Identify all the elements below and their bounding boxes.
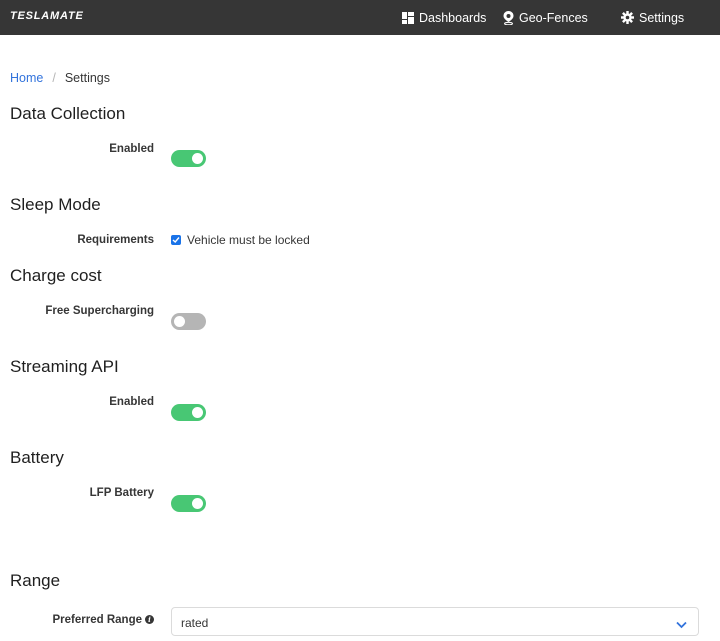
nav-dashboards-label: Dashboards (419, 10, 487, 25)
section-title-battery: Battery (10, 448, 64, 467)
section-title-data-collection: Data Collection (10, 104, 126, 123)
streaming-api-enabled-label: Enabled (109, 396, 154, 408)
nav-dashboards[interactable]: Dashboards (402, 0, 486, 35)
toggle-knob (174, 316, 185, 327)
lfp-battery-toggle[interactable] (171, 495, 206, 512)
vehicle-locked-checkbox[interactable] (171, 235, 181, 245)
vehicle-locked-checkbox-row[interactable]: Vehicle must be locked (171, 233, 310, 247)
streaming-api-toggle[interactable] (171, 404, 206, 421)
sleep-mode-requirements-label: Requirements (77, 234, 154, 246)
chevron-down-icon (676, 618, 687, 632)
brand-logo[interactable]: TESLAMATE (10, 10, 84, 22)
vehicle-locked-label: Vehicle must be locked (187, 233, 310, 247)
nav-geo-fences-label: Geo-Fences (519, 10, 588, 25)
breadcrumb-separator: / (52, 71, 56, 85)
preferred-range-label-text: Preferred Range (52, 614, 142, 626)
info-icon[interactable]: i (145, 615, 154, 624)
breadcrumb-home-link[interactable]: Home (10, 71, 43, 85)
toggle-knob (192, 407, 203, 418)
dashboard-icon (402, 11, 414, 24)
nav-settings-label: Settings (639, 10, 685, 25)
data-collection-toggle[interactable] (171, 150, 206, 167)
section-title-charge-cost: Charge cost (10, 266, 102, 285)
preferred-range-value: rated (181, 616, 209, 630)
preferred-range-label: Preferred Range i (0, 614, 154, 626)
free-supercharging-toggle[interactable] (171, 313, 206, 330)
breadcrumb: Home / Settings (10, 71, 110, 85)
map-marker-icon (503, 10, 514, 25)
toggle-knob (192, 153, 203, 164)
preferred-range-select[interactable]: rated (171, 607, 699, 636)
nav-geo-fences[interactable]: Geo-Fences (503, 0, 588, 35)
gear-icon (621, 11, 634, 24)
toggle-knob (192, 498, 203, 509)
navbar: TESLAMATE Dashboards Geo-Fences Settings (0, 0, 720, 35)
data-collection-enabled-label: Enabled (109, 143, 154, 155)
nav-settings[interactable]: Settings (621, 0, 684, 35)
lfp-battery-label: LFP Battery (89, 487, 154, 499)
free-supercharging-label: Free Supercharging (45, 305, 154, 317)
section-title-sleep-mode: Sleep Mode (10, 195, 101, 214)
section-title-range: Range (10, 571, 61, 590)
breadcrumb-current: Settings (64, 71, 110, 85)
section-title-streaming-api: Streaming API (10, 357, 119, 376)
